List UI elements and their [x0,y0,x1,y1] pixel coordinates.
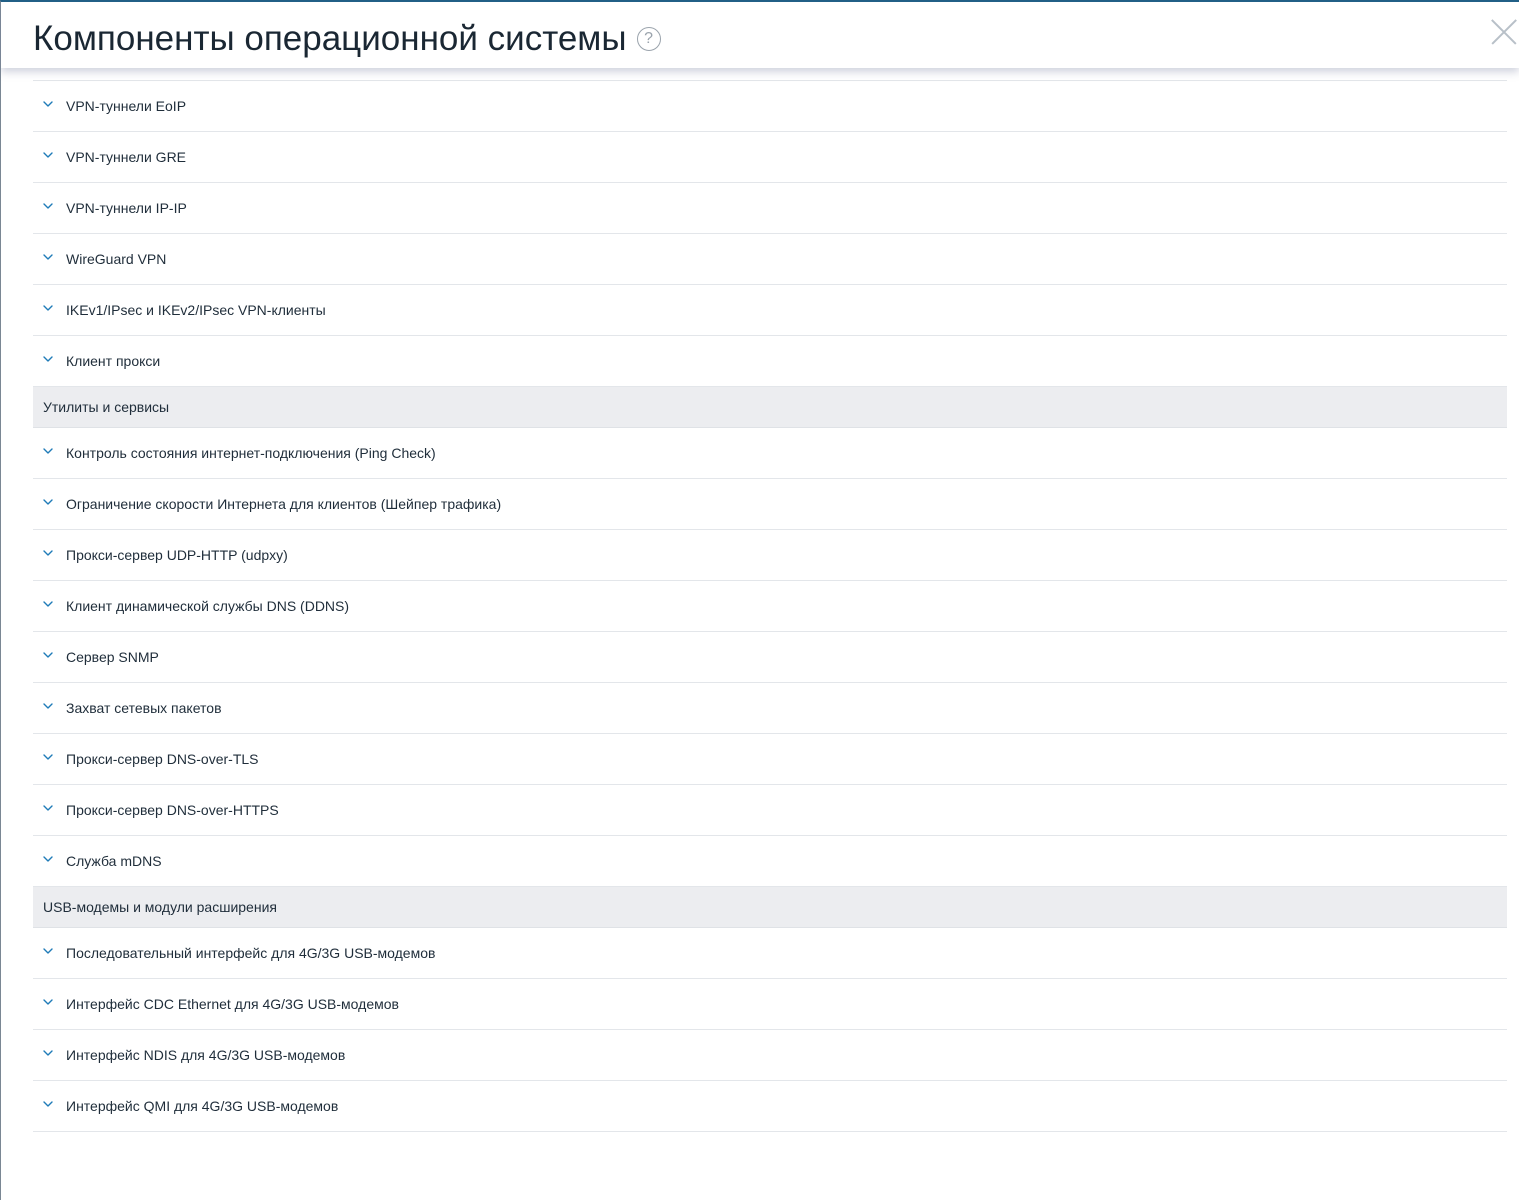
component-label: VPN-туннели EoIP [66,98,187,114]
component-label: Захват сетевых пакетов [66,700,222,716]
component-label: Прокси-сервер UDP-HTTP (udpxy) [66,547,288,563]
component-label: Клиент прокси [66,353,161,369]
component-label: Служба mDNS [66,853,162,869]
component-label: VPN-туннели GRE [66,149,187,165]
component-row[interactable]: Захват сетевых пакетов [33,683,1507,734]
chevron-down-icon[interactable] [43,354,53,364]
component-row[interactable]: Служба mDNS [33,836,1507,887]
chevron-down-icon[interactable] [43,99,53,109]
chevron-down-icon[interactable] [43,946,53,956]
component-row[interactable]: VPN-туннели GRE [33,132,1507,183]
chevron-down-icon[interactable] [43,446,53,456]
component-row[interactable]: Сервер SNMP [33,632,1507,683]
component-label: Интерфейс CDC Ethernet для 4G/3G USB-мод… [66,996,399,1012]
component-row[interactable]: Прокси-сервер DNS-over-HTTPS [33,785,1507,836]
component-label: Прокси-сервер DNS-over-TLS [66,751,259,767]
component-label: Прокси-сервер DNS-over-HTTPS [66,802,279,818]
component-row[interactable]: VPN-туннели IP-IP [33,183,1507,234]
component-row[interactable]: Последовательный интерфейс для 4G/3G USB… [33,928,1507,979]
os-components-dialog: Компоненты операционной системы? VPN-тун… [0,0,1519,1200]
chevron-down-icon[interactable] [43,997,53,1007]
chevron-down-icon[interactable] [43,150,53,160]
component-row[interactable]: Контроль состояния интернет-подключения … [33,428,1507,479]
chevron-down-icon[interactable] [43,752,53,762]
component-label: WireGuard VPN [66,251,167,267]
component-row[interactable]: Ограничение скорости Интернета для клиен… [33,479,1507,530]
component-row[interactable]: Прокси-сервер DNS-over-TLS [33,734,1507,785]
component-label: Сервер SNMP [66,649,159,665]
component-row[interactable]: Интерфейс QMI для 4G/3G USB-модемов [33,1081,1507,1132]
chevron-down-icon[interactable] [43,201,53,211]
section-header: Утилиты и сервисы [33,387,1507,428]
dialog-title: Компоненты операционной системы [33,19,627,58]
chevron-down-icon[interactable] [43,548,53,558]
chevron-down-icon[interactable] [43,650,53,660]
component-label: Клиент динамической службы DNS (DDNS) [66,598,350,614]
chevron-down-icon[interactable] [43,1099,53,1109]
chevron-down-icon[interactable] [43,599,53,609]
dialog-title-wrap: Компоненты операционной системы? [33,18,661,60]
component-row[interactable]: Интерфейс CDC Ethernet для 4G/3G USB-мод… [33,979,1507,1030]
component-label: Ограничение скорости Интернета для клиен… [66,496,502,512]
chevron-down-icon[interactable] [43,497,53,507]
section-header: USB-модемы и модули расширения [33,887,1507,928]
component-row[interactable]: Клиент прокси [33,336,1507,387]
component-row[interactable]: IKEv1/IPsec и IKEv2/IPsec VPN-клиенты [33,285,1507,336]
help-icon[interactable]: ? [636,27,661,51]
component-row[interactable]: WireGuard VPN [33,234,1507,285]
chevron-down-icon[interactable] [43,303,53,313]
component-row[interactable]: Интерфейс NDIS для 4G/3G USB-модемов [33,1030,1507,1081]
component-label: Последовательный интерфейс для 4G/3G USB… [66,945,436,961]
chevron-down-icon[interactable] [43,854,53,864]
component-label: VPN-туннели IP-IP [66,200,187,216]
component-list: VPN-туннели EoIP VPN-туннели GRE VPN-тунне… [33,80,1507,1132]
component-label: Интерфейс QMI для 4G/3G USB-модемов [66,1098,339,1114]
component-row[interactable]: Клиент динамической службы DNS (DDNS) [33,581,1507,632]
component-label: Интерфейс NDIS для 4G/3G USB-модемов [66,1047,346,1063]
chevron-down-icon[interactable] [43,701,53,711]
chevron-down-icon[interactable] [43,1048,53,1058]
chevron-down-icon[interactable] [43,803,53,813]
chevron-down-icon[interactable] [43,252,53,262]
component-row[interactable]: Прокси-сервер UDP-HTTP (udpxy) [33,530,1507,581]
component-row[interactable]: VPN-туннели EoIP [33,81,1507,132]
component-label: IKEv1/IPsec и IKEv2/IPsec VPN-клиенты [66,302,326,318]
component-label: Контроль состояния интернет-подключения … [66,445,436,461]
close-icon[interactable] [1489,18,1517,46]
dialog-header: Компоненты операционной системы? [1,2,1519,68]
